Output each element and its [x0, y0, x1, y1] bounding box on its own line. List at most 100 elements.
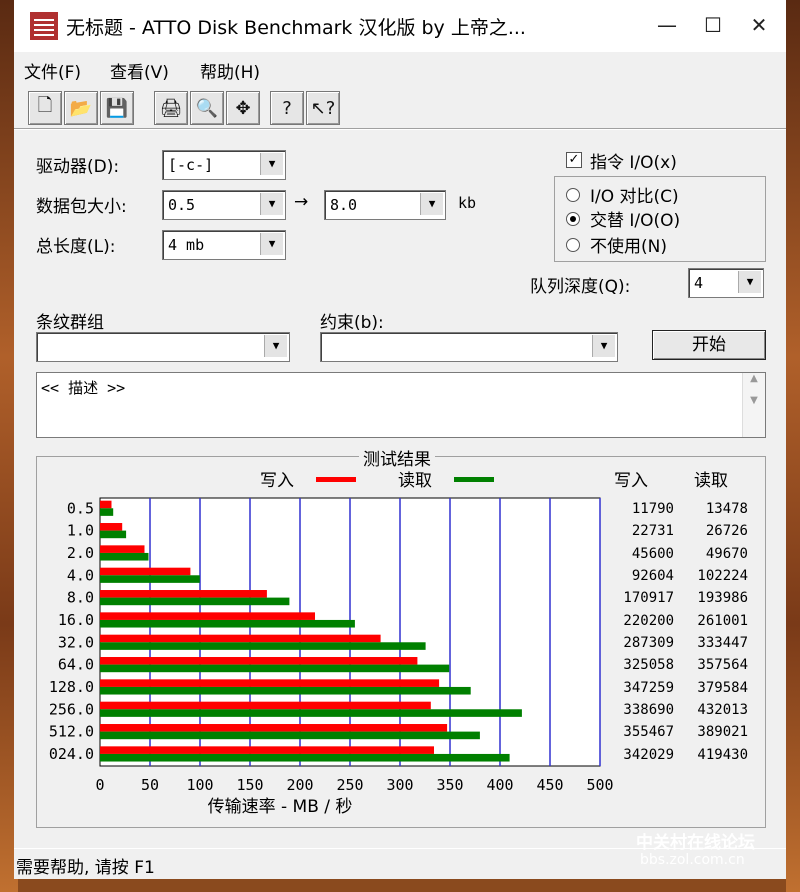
read-value: 379584 [697, 679, 748, 696]
chevron-down-icon[interactable]: ▼ [738, 271, 761, 293]
legend-read-swatch [454, 477, 494, 482]
x-tick-label: 450 [536, 776, 563, 794]
watermark-title: 中关村在线论坛 [636, 833, 755, 853]
x-tick-label: 350 [436, 776, 463, 794]
maximize-button[interactable]: ☐ [690, 6, 736, 44]
close-button[interactable]: ✕ [736, 6, 782, 44]
read-value: 26726 [705, 523, 748, 540]
throughput-chart: 0.5 1.0 2.0 4.0 8.0 16.0 32.0 64.0 128.0 256.0 512… [49, 497, 614, 817]
stripe-group-select[interactable]: ▼ [36, 332, 290, 362]
chevron-down-icon[interactable]: ▼ [260, 193, 283, 215]
read-value: 102224 [697, 568, 748, 584]
chevron-down-icon[interactable]: ▼ [260, 233, 283, 255]
toolbar-separator [14, 128, 786, 130]
read-value: 261001 [697, 612, 748, 629]
atto-app-icon[interactable] [30, 12, 58, 40]
bar-write [100, 634, 381, 643]
menu-file[interactable]: 文件(F) [24, 58, 81, 83]
drive-select[interactable]: [-c-] ▼ [162, 150, 286, 180]
constraint-select[interactable]: ▼ [320, 332, 618, 362]
menu-help[interactable]: 帮助(H) [200, 58, 260, 83]
packet-unit: kb [458, 194, 477, 212]
write-value: 22731 [631, 523, 674, 540]
about-icon[interactable]: ? [270, 91, 304, 125]
bar-write [100, 523, 123, 531]
print-icon[interactable]: 🖨 [154, 91, 188, 125]
save-icon[interactable]: 💾 [100, 91, 134, 125]
watermark: 中关村在线论坛 bbs.zol.com.cn [600, 826, 790, 876]
bar-read [100, 664, 450, 673]
description-scrollbar[interactable]: ▲ ▼ [742, 373, 765, 437]
drive-value: [-c-] [168, 156, 214, 174]
y-tick-label: 8.0 [67, 589, 94, 607]
packet-from-value: 0.5 [168, 196, 196, 214]
length-select[interactable]: 4 mb ▼ [162, 230, 286, 260]
x-tick-label: 200 [286, 776, 313, 794]
write-value: 92604 [631, 568, 674, 584]
new-file-icon[interactable]: 🗋 [28, 91, 62, 125]
move-icon[interactable]: ✥ [226, 91, 260, 125]
context-help-icon[interactable]: ↖? [306, 91, 340, 125]
x-tick-label: 500 [586, 776, 613, 794]
read-value: 13478 [705, 501, 748, 517]
write-value: 355467 [623, 724, 674, 741]
overlap-io-radio[interactable] [566, 212, 580, 226]
y-tick-label: 2.0 [67, 544, 94, 562]
menu-view[interactable]: 查看(V) [110, 58, 169, 83]
neither-radio[interactable] [566, 238, 580, 252]
bar-write [100, 590, 267, 598]
bar-read [100, 686, 471, 695]
y-tick-label: 64.0 [58, 656, 94, 674]
start-button[interactable]: 开始 [652, 330, 766, 360]
packet-from-select[interactable]: 0.5 ▼ [162, 190, 286, 220]
queue-depth-value: 4 [694, 274, 704, 292]
write-value: 325058 [623, 657, 674, 674]
chevron-down-icon[interactable]: ▼ [420, 193, 443, 215]
bar-write [100, 701, 431, 710]
y-tick-label: 4.0 [67, 566, 94, 584]
queue-depth-label: 队列深度(Q): [530, 277, 631, 297]
chevron-down-icon[interactable]: ▼ [592, 335, 615, 357]
bar-read [100, 508, 114, 516]
constraint-label: 约束(b): [320, 313, 384, 333]
bar-write [100, 567, 191, 576]
bar-write [100, 500, 112, 509]
y-tick-label: 0.5 [67, 499, 94, 517]
x-axis-label: 传输速率 - MB / 秒 [208, 797, 353, 817]
write-value: 45600 [631, 545, 674, 562]
open-folder-icon[interactable]: 📂 [64, 91, 98, 125]
status-text: 需要帮助, 请按 F1 [16, 858, 155, 878]
x-tick-label: 150 [236, 776, 263, 794]
io-compare-label: I/O 对比(C) [590, 187, 679, 207]
chevron-down-icon[interactable]: ▼ [260, 153, 283, 175]
length-label: 总长度(L): [36, 237, 116, 257]
legend-write-label: 写入 [260, 471, 294, 491]
chevron-down-icon[interactable]: ▼ [264, 335, 287, 357]
read-value: 193986 [697, 590, 748, 607]
print-preview-icon[interactable]: 🔍 [190, 91, 224, 125]
bar-read [100, 731, 480, 740]
write-value: 347259 [623, 679, 674, 696]
x-tick-label: 400 [486, 776, 513, 794]
packet-to-select[interactable]: 8.0 ▼ [324, 190, 446, 220]
io-compare-radio[interactable] [566, 188, 580, 202]
title-bar[interactable]: 无标题 - ATTO Disk Benchmark 汉化版 by 上帝之... … [14, 0, 786, 52]
read-value: 49670 [705, 545, 748, 562]
direct-io-checkbox[interactable]: ✓ [566, 152, 582, 168]
bar-write [100, 724, 448, 732]
queue-depth-select[interactable]: 4 ▼ [688, 268, 764, 298]
description-textbox[interactable]: << 描述 >> ▲ ▼ [36, 372, 766, 438]
bar-write [100, 612, 315, 620]
y-tick-label: 16.0 [58, 611, 94, 629]
write-value: 338690 [623, 702, 674, 718]
read-value: 419430 [697, 746, 748, 763]
read-value: 389021 [697, 724, 748, 741]
y-tick-label: 1.0 [67, 522, 94, 540]
bar-read [100, 552, 149, 561]
neither-label: 不使用(N) [590, 237, 667, 257]
description-text: << 描述 >> [41, 379, 126, 397]
legend-read-label: 读取 [398, 471, 432, 491]
write-value: 220200 [623, 612, 674, 629]
packet-size-label: 数据包大小: [36, 197, 127, 217]
minimize-button[interactable]: — [644, 6, 690, 44]
